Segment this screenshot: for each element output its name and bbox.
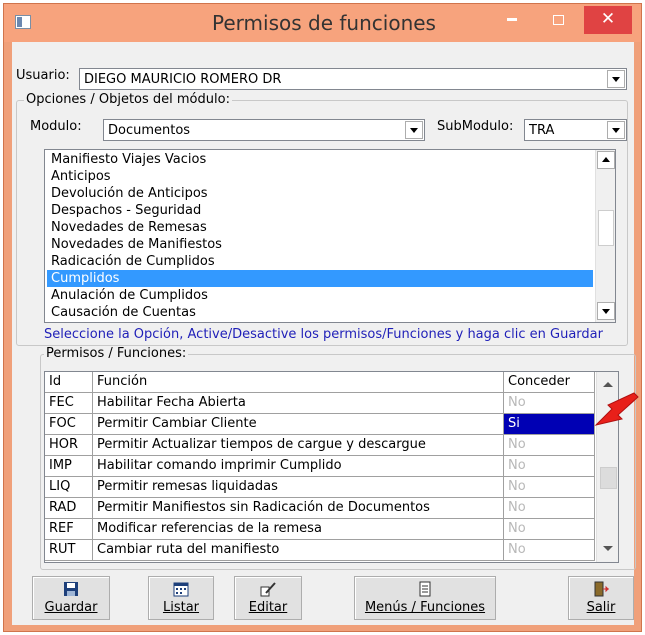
scroll-down-icon[interactable]: [599, 540, 617, 558]
window-title: Permisos de funciones: [212, 11, 436, 35]
table-row[interactable]: FEC Habilitar Fecha Abierta No: [45, 393, 599, 414]
salir-label: Salir: [586, 600, 616, 615]
cell-conceder[interactable]: No: [504, 456, 595, 477]
usuario-value: DIEGO MAURICIO ROMERO DR: [84, 72, 282, 87]
table-row[interactable]: IMP Habilitar comando imprimir Cumplido …: [45, 456, 599, 477]
permisos-group-title: Permisos / Funciones:: [44, 346, 189, 361]
permisos-window: Permisos de funciones ✕ Usuario: DIEGO M…: [3, 3, 642, 632]
cell-conceder[interactable]: No: [504, 519, 595, 540]
opciones-listbox[interactable]: Manifiesto Viajes Vacios Anticipos Devol…: [44, 149, 616, 323]
column-header-conceder[interactable]: Conceder: [504, 372, 595, 393]
usuario-combo[interactable]: DIEGO MAURICIO ROMERO DR: [79, 68, 627, 90]
grid-header: Id Función Conceder: [45, 372, 599, 393]
cell-funcion: Habilitar comando imprimir Cumplido: [93, 456, 504, 477]
minimize-icon: [507, 18, 517, 21]
cell-id: FOC: [45, 414, 93, 435]
cell-funcion: Permitir Cambiar Cliente: [93, 414, 504, 435]
opciones-group-title: Opciones / Objetos del módulo:: [24, 92, 232, 107]
guardar-button[interactable]: Guardar: [32, 576, 110, 620]
calendar-list-icon: [173, 582, 189, 597]
cell-conceder[interactable]: No: [504, 540, 595, 561]
edit-icon: [260, 582, 276, 597]
list-item[interactable]: Despachos - Seguridad: [47, 202, 615, 219]
app-icon[interactable]: [15, 15, 31, 29]
cell-id: LIQ: [45, 477, 93, 498]
cell-funcion: Modificar referencias de la remesa: [93, 519, 504, 540]
list-item[interactable]: Radicación de Cumplidos: [47, 253, 615, 270]
cell-funcion: Permitir Actualizar tiempos de cargue y …: [93, 435, 504, 456]
cell-funcion: Permitir remesas liquidadas: [93, 477, 504, 498]
table-row[interactable]: LIQ Permitir remesas liquidadas No: [45, 477, 599, 498]
list-item[interactable]: Anticipos: [47, 168, 615, 185]
maximize-button[interactable]: [536, 6, 580, 34]
red-arrow-pointer-icon: [594, 392, 639, 426]
cell-id: IMP: [45, 456, 93, 477]
editar-button[interactable]: Editar: [234, 576, 302, 620]
chevron-down-icon[interactable]: [607, 70, 625, 88]
scroll-thumb[interactable]: [598, 210, 614, 246]
list-item[interactable]: Devolución de Anticipos: [47, 185, 615, 202]
menus-label: Menús / Funciones: [364, 600, 486, 615]
table-row[interactable]: RAD Permitir Manifiestos sin Radicación …: [45, 498, 599, 519]
cell-conceder[interactable]: No: [504, 477, 595, 498]
chevron-down-icon[interactable]: [607, 121, 625, 139]
table-row[interactable]: FOC Permitir Cambiar Cliente Si: [45, 414, 599, 435]
editar-label: Editar: [248, 600, 288, 615]
scroll-thumb[interactable]: [600, 467, 617, 489]
cell-funcion: Permitir Manifiestos sin Radicación de D…: [93, 498, 504, 519]
table-row[interactable]: RUT Cambiar ruta del manifiesto No: [45, 540, 599, 561]
instruction-hint: Seleccione la Opción, Active/Desactive l…: [44, 327, 603, 342]
cell-conceder[interactable]: No: [504, 498, 595, 519]
cell-funcion: Habilitar Fecha Abierta: [93, 393, 504, 414]
minimize-button[interactable]: [490, 6, 534, 34]
submodulo-combo[interactable]: TRA: [524, 119, 627, 141]
table-row[interactable]: HOR Permitir Actualizar tiempos de cargu…: [45, 435, 599, 456]
listar-label: Listar: [162, 600, 200, 615]
table-row[interactable]: REF Modificar referencias de la remesa N…: [45, 519, 599, 540]
cell-id: FEC: [45, 393, 93, 414]
close-button[interactable]: ✕: [584, 6, 632, 34]
save-icon: [64, 582, 78, 596]
list-item[interactable]: Novedades de Manifiestos: [47, 236, 615, 253]
modulo-combo[interactable]: Documentos: [103, 119, 425, 141]
scroll-up-icon[interactable]: [597, 151, 615, 169]
cell-conceder[interactable]: No: [504, 435, 595, 456]
chevron-down-icon[interactable]: [405, 121, 423, 139]
list-item[interactable]: Anulación de Cumplidos: [47, 287, 615, 304]
listar-button[interactable]: Listar: [148, 576, 214, 620]
cell-conceder-selected[interactable]: Si: [504, 414, 595, 435]
scroll-down-icon[interactable]: [597, 302, 615, 320]
usuario-label: Usuario:: [16, 68, 70, 83]
modulo-label: Modulo:: [30, 119, 82, 134]
maximize-icon: [552, 14, 564, 25]
cell-id: HOR: [45, 435, 93, 456]
list-item-selected[interactable]: Cumplidos: [47, 270, 593, 287]
modulo-value: Documentos: [108, 123, 191, 138]
list-item[interactable]: Causación de Cuentas: [47, 304, 615, 321]
cell-id: RUT: [45, 540, 93, 561]
submodulo-label: SubModulo:: [437, 119, 514, 134]
menu-document-icon: [419, 581, 431, 597]
salir-button[interactable]: Salir: [568, 576, 634, 620]
list-scrollbar[interactable]: [595, 150, 615, 322]
cell-id: REF: [45, 519, 93, 540]
cell-conceder[interactable]: No: [504, 393, 595, 414]
permisos-grid[interactable]: Id Función Conceder FEC Habilitar Fecha …: [44, 371, 619, 563]
list-item[interactable]: Manifiesto Viajes Vacios: [47, 151, 615, 168]
cell-funcion: Cambiar ruta del manifiesto: [93, 540, 504, 561]
list-item[interactable]: Novedades de Remesas: [47, 219, 615, 236]
exit-door-icon: [594, 581, 609, 597]
cell-id: RAD: [45, 498, 93, 519]
column-header-funcion[interactable]: Función: [93, 372, 504, 393]
submodulo-value: TRA: [529, 123, 555, 138]
title-bar: Permisos de funciones ✕: [4, 4, 641, 42]
column-header-id[interactable]: Id: [45, 372, 93, 393]
menus-funciones-button[interactable]: Menús / Funciones: [354, 576, 496, 620]
guardar-label: Guardar: [44, 600, 98, 615]
